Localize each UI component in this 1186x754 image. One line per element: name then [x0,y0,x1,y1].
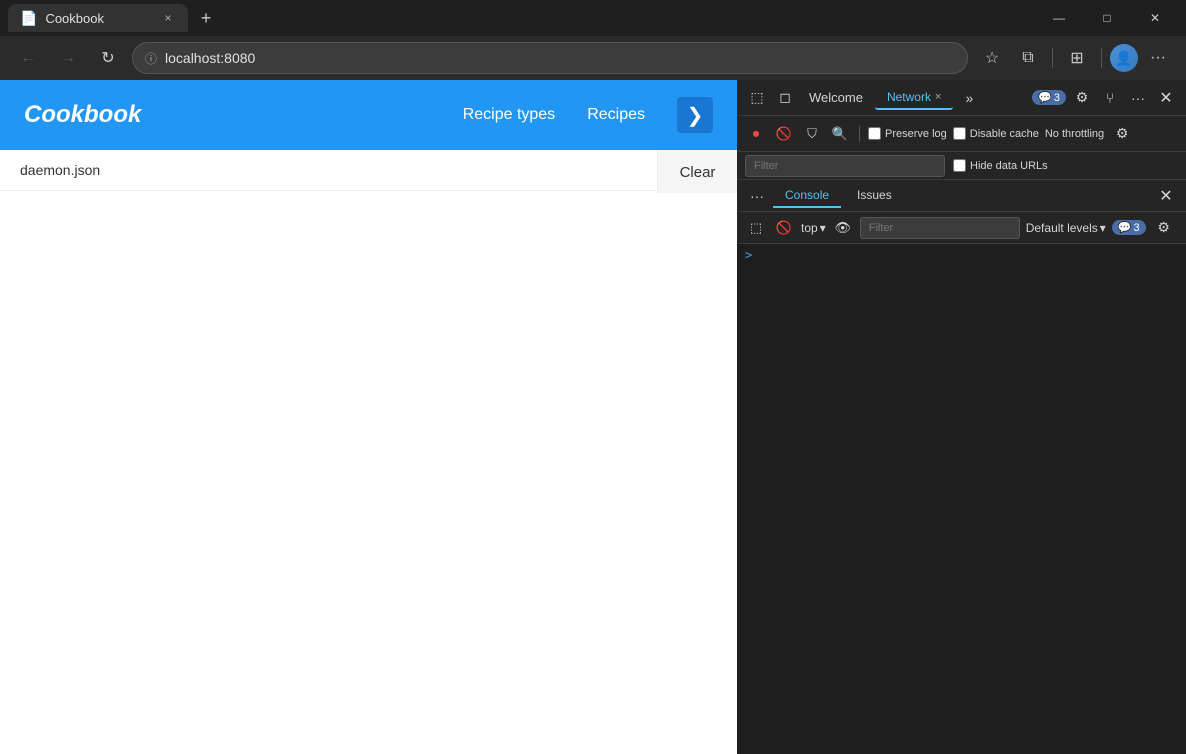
network-toolbar: ⏺ 🚫 ⛉ 🔍 Preserve log Disable cache No th… [737,116,1186,152]
window-controls: — □ ✕ [1036,0,1178,36]
issues-badge: 💬 3 [1032,90,1066,105]
hide-data-urls-label: Hide data URLs [970,160,1048,172]
context-arrow: ▾ [820,221,826,235]
network-tab-close[interactable]: × [935,91,941,103]
console-tab-bar: ··· Console Issues ✕ [737,180,1186,212]
file-list: daemon.json [0,150,657,191]
collections-icon[interactable]: ⊞ [1061,42,1093,74]
page-nav: Cookbook Recipe types Recipes ❯ [0,80,737,150]
console-badge-icon: 💬 [1118,221,1132,234]
console-badge-count: 3 [1134,222,1140,234]
address-text: localhost:8080 [165,50,255,66]
address-bar[interactable]: ⓘ localhost:8080 [132,42,968,74]
context-selector[interactable]: top ▾ [801,221,826,235]
disable-cache-label: Disable cache [970,128,1039,140]
preserve-log-input[interactable] [868,127,881,140]
new-tab-button[interactable]: + [192,4,220,32]
console-toolbar: ⬚ 🚫 top ▾ 👁 Default levels ▾ 💬 3 ⚙ [737,212,1186,244]
console-eye-icon[interactable]: 👁 [832,217,854,239]
title-bar: 📄 Cookbook × + — □ ✕ [0,0,1186,36]
network-settings-icon[interactable]: ⚙ [1110,122,1134,146]
main-area: Cookbook Recipe types Recipes ❯ daemon.j… [0,80,1186,754]
console-settings-icon[interactable]: ⚙ [1152,216,1176,240]
levels-selector[interactable]: Default levels ▾ [1026,221,1106,235]
console-content: > [737,244,1186,754]
context-label: top [801,221,818,235]
nav-divider [1101,48,1102,68]
devtools-responsive-icon[interactable]: ◻ [773,86,797,110]
levels-arrow: ▾ [1100,221,1106,235]
network-clear-button[interactable]: 🚫 [773,123,795,145]
devtools-drawer-icon[interactable]: ⬚ [745,86,769,110]
prompt-chevron: > [745,248,752,262]
recipes-link[interactable]: Recipes [587,106,645,124]
console-drawer-icon[interactable]: ⬚ [745,217,767,239]
more-tabs-button[interactable]: » [957,86,981,110]
recipe-types-link[interactable]: Recipe types [463,106,556,124]
disable-cache-checkbox[interactable]: Disable cache [953,127,1039,140]
console-pane-close[interactable]: ✕ [1154,184,1178,208]
console-more-icon[interactable]: ··· [745,184,769,208]
hide-data-urls-checkbox[interactable]: Hide data URLs [953,159,1048,172]
page-logo: Cookbook [24,101,431,129]
forward-button[interactable]: → [52,42,84,74]
separator [859,126,860,142]
extensions-icon[interactable]: ⧉ [1012,42,1044,74]
tab-favicon: 📄 [20,10,37,27]
welcome-tab[interactable]: Welcome [801,86,871,109]
nav-bar: ← → ↻ ⓘ localhost:8080 ☆ ⧉ ⊞ 👤 ··· [0,36,1186,80]
console-no-icon[interactable]: 🚫 [773,217,795,239]
network-filter-icon[interactable]: ⛉ [801,123,823,145]
network-search-icon[interactable]: 🔍 [829,123,851,145]
record-button[interactable]: ⏺ [745,123,767,145]
webpage: Cookbook Recipe types Recipes ❯ daemon.j… [0,80,737,754]
console-prompt: > [745,248,1178,262]
network-filter-input[interactable] [745,155,945,177]
page-content: daemon.json Clear [0,150,737,754]
devtools-toolbar: ⬚ ◻ Welcome Network × » 💬 3 ⚙ ⑂ ··· ✕ [737,80,1186,116]
clear-button[interactable]: Clear [680,164,716,181]
console-badge: 💬 3 [1112,220,1146,235]
devtools-close-icon[interactable]: ✕ [1154,86,1178,110]
tab-bar: 📄 Cookbook × + [8,4,1028,32]
more-button[interactable]: ··· [1142,42,1174,74]
network-filter-row: Hide data URLs [737,152,1186,180]
preserve-log-checkbox[interactable]: Preserve log [868,127,947,140]
profile-avatar[interactable]: 👤 [1110,44,1138,72]
clear-btn-area: Clear [657,150,737,193]
nav-divider [1052,48,1053,68]
hide-data-urls-input[interactable] [953,159,966,172]
devtools-panel: ⬚ ◻ Welcome Network × » 💬 3 ⚙ ⑂ ··· ✕ [737,80,1186,754]
network-tab-label: Network [887,90,931,104]
lock-icon: ⓘ [145,50,157,67]
console-tab[interactable]: Console [773,184,841,208]
maximize-button[interactable]: □ [1084,0,1130,36]
back-button[interactable]: ← [12,42,44,74]
close-button[interactable]: ✕ [1132,0,1178,36]
console-input[interactable] [756,248,956,262]
browser-tab[interactable]: 📄 Cookbook × [8,4,188,32]
devtools-branch-icon[interactable]: ⑂ [1098,86,1122,110]
minimize-button[interactable]: — [1036,0,1082,36]
file-item[interactable]: daemon.json [0,150,657,191]
devtools-settings-icon[interactable]: ⚙ [1070,86,1094,110]
issues-badge-count: 3 [1054,92,1060,104]
refresh-button[interactable]: ↻ [92,42,124,74]
issues-badge-icon: 💬 [1038,91,1052,104]
issues-tab[interactable]: Issues [845,184,904,208]
network-tab[interactable]: Network × [875,86,953,110]
console-filter-input[interactable] [860,217,1020,239]
devtools-more-icon[interactable]: ··· [1126,86,1150,110]
throttle-label: No throttling [1045,128,1104,140]
nav-icons: ☆ ⧉ ⊞ 👤 ··· [976,42,1174,74]
star-icon[interactable]: ☆ [976,42,1008,74]
tab-close-icon[interactable]: × [160,10,176,26]
levels-label: Default levels [1026,221,1098,235]
disable-cache-input[interactable] [953,127,966,140]
nav-toggle-button[interactable]: ❯ [677,97,713,133]
tab-title: Cookbook [45,11,104,26]
preserve-log-label: Preserve log [885,128,947,140]
